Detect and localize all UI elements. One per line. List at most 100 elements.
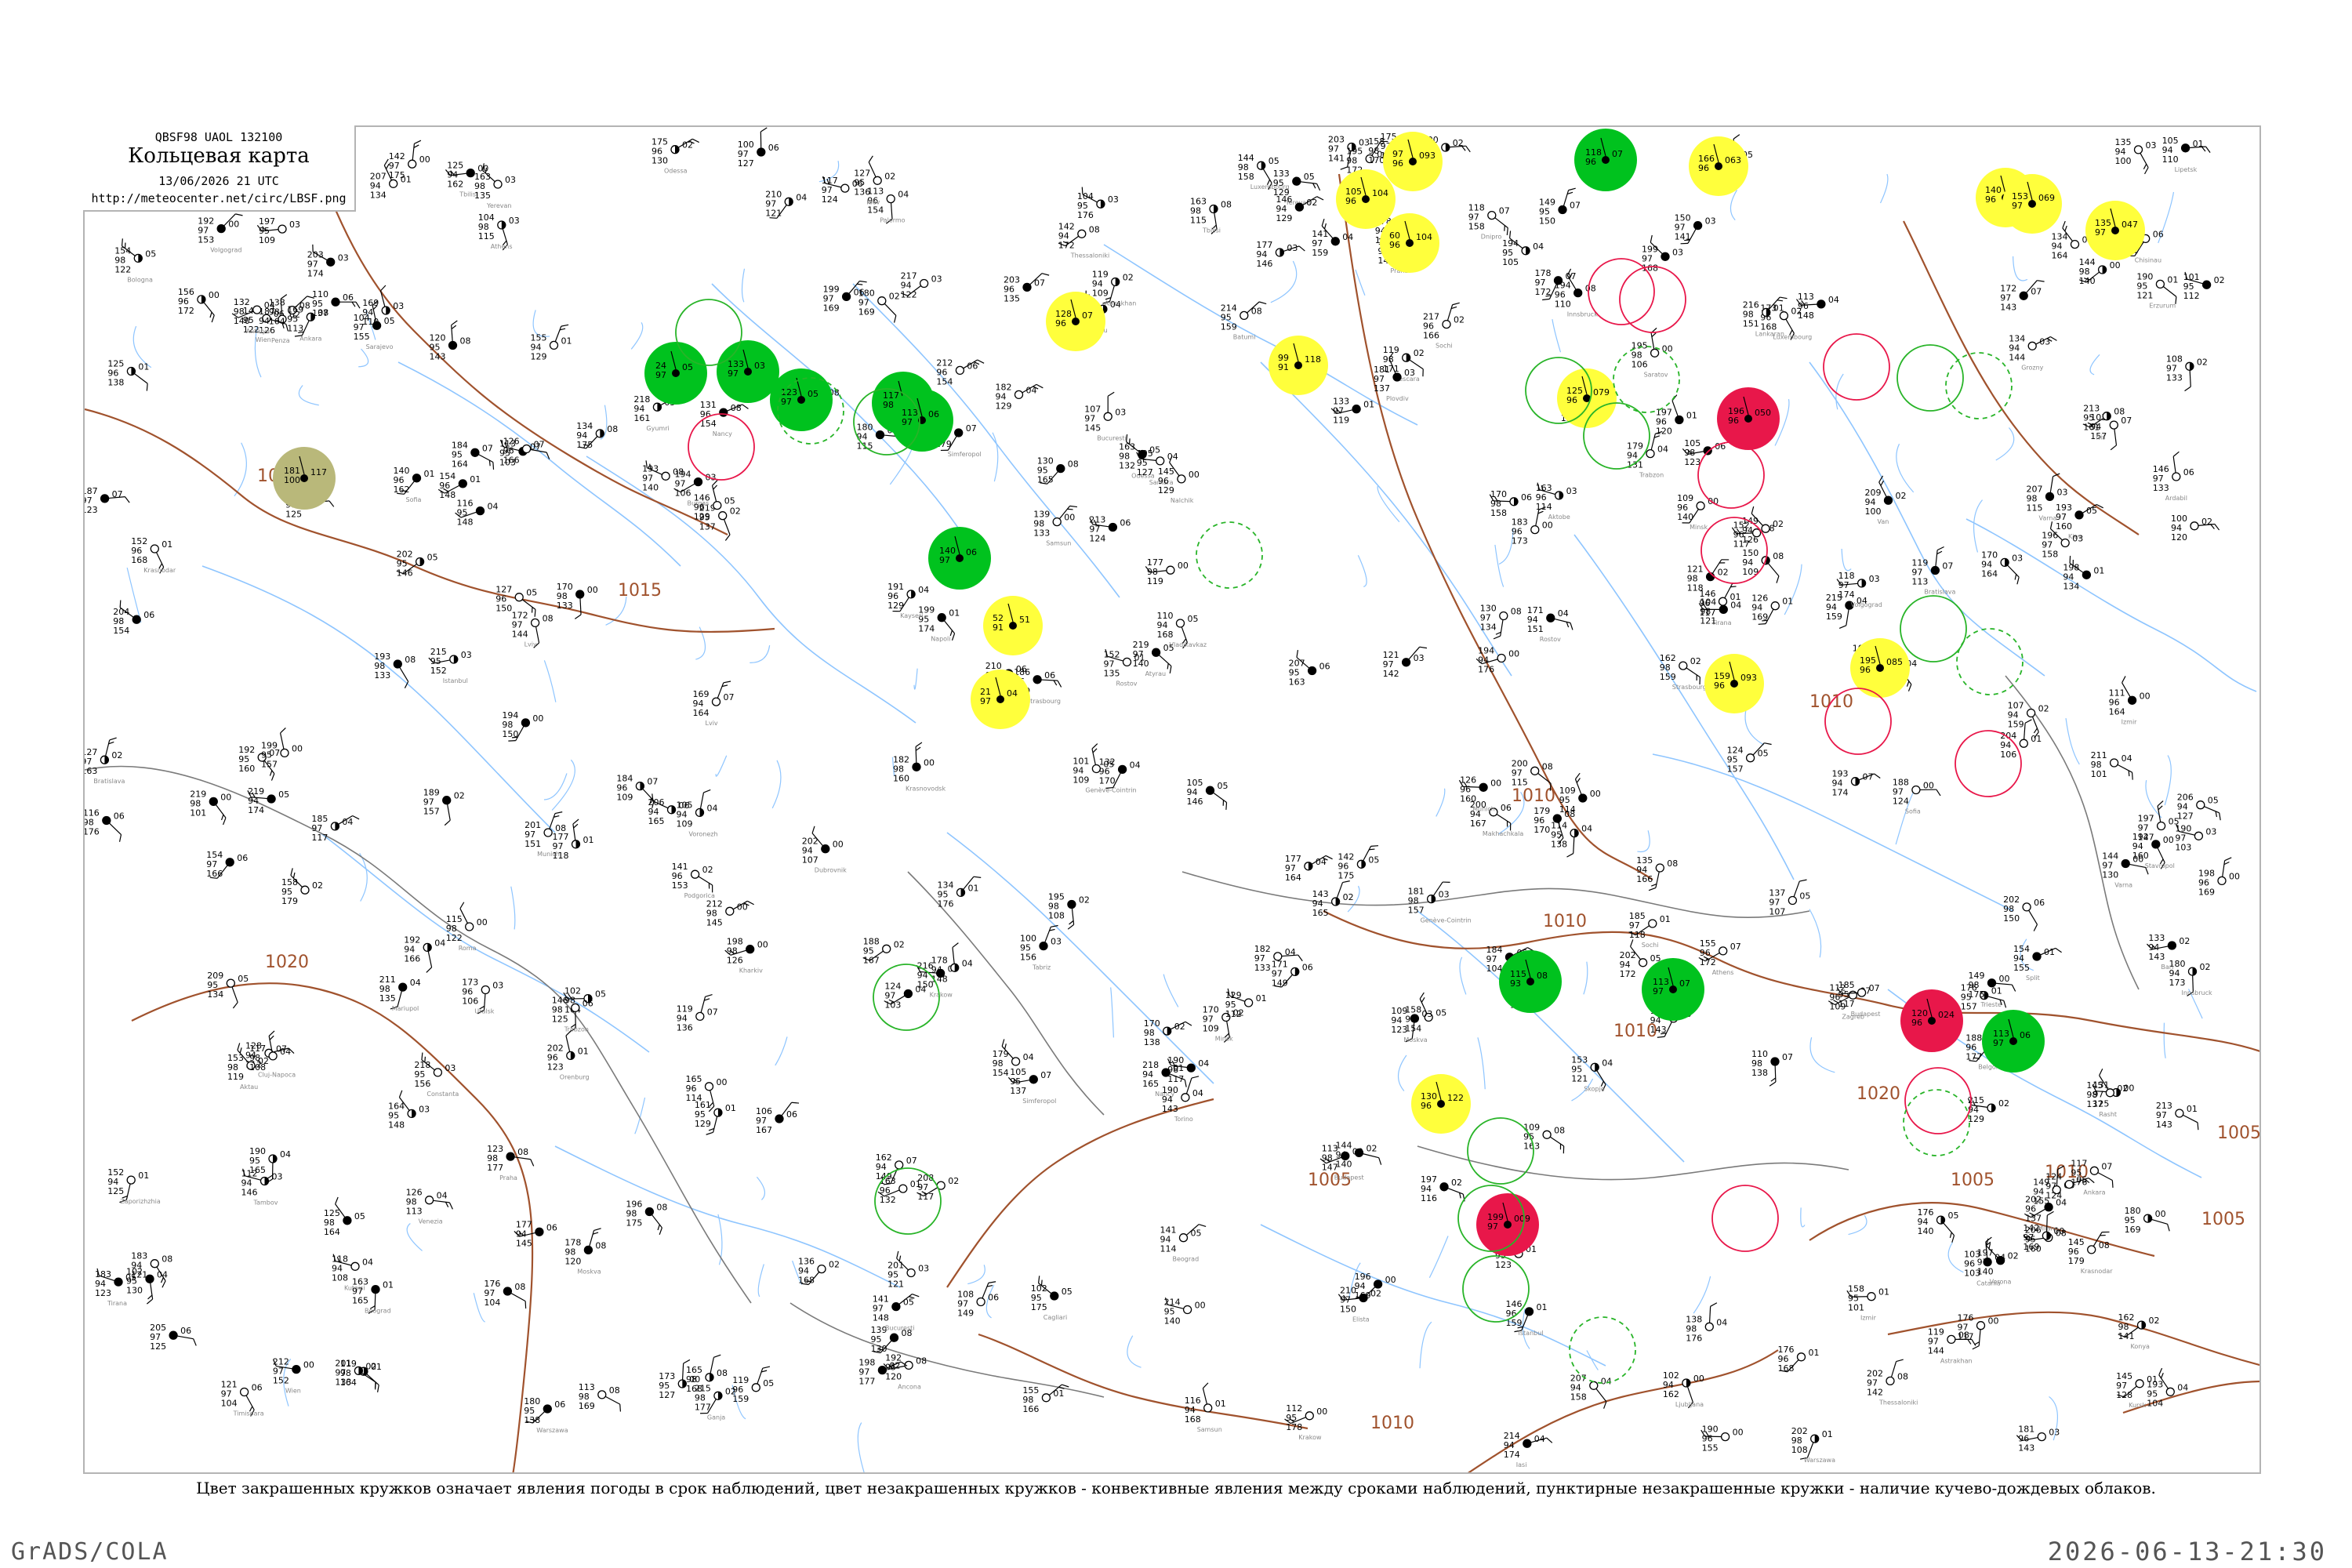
station-value: 103 <box>884 1000 901 1011</box>
station-name: Bologna <box>127 276 153 283</box>
wind-barb <box>451 320 458 342</box>
station-plot: 1589517902 <box>281 868 323 906</box>
station-value: 165 <box>1142 1079 1159 1089</box>
station-value: 120 <box>1656 426 1672 437</box>
station-value: 00 <box>737 902 748 912</box>
station-circle <box>1439 1182 1449 1192</box>
river-line <box>298 385 319 406</box>
station-plots-layer: 1739616802Luxembourg21995123011279615005… <box>85 127 2240 1468</box>
station-plot: 1499412602 <box>1742 506 1784 545</box>
wind-barb <box>2172 451 2180 474</box>
station-plot: 1559816601 <box>1022 1384 1069 1414</box>
station-value: 114 <box>1559 804 1576 815</box>
station-circle <box>877 1365 887 1375</box>
station-value: 01 <box>725 1103 736 1113</box>
station-value: 05 <box>354 1211 365 1221</box>
station-plot: 1989616900 <box>2198 857 2240 897</box>
station-circle <box>1703 446 1712 456</box>
station-circle <box>371 1284 380 1294</box>
river-line <box>1419 1321 1432 1369</box>
station-value: 116 <box>1421 1193 1437 1203</box>
station-circle <box>889 1333 899 1342</box>
station-plot: 1549614801 <box>437 471 481 500</box>
weather-filled-circle: 15397069 <box>2002 174 2062 234</box>
circle-value: 05 <box>808 389 818 399</box>
station-value: 140 <box>2079 276 2096 286</box>
circle-value: 06 <box>928 409 939 419</box>
station-circle <box>2135 1379 2144 1388</box>
station-circle <box>719 408 728 417</box>
station-circle <box>882 944 891 953</box>
station-circle <box>1205 786 1215 795</box>
station-circle <box>1175 619 1185 628</box>
station-circle <box>775 1114 784 1123</box>
station-value: 166 <box>503 456 520 466</box>
station-value: 07 <box>482 443 493 453</box>
station-name: Van <box>1878 518 1889 525</box>
station-value: 04 <box>1533 241 1544 252</box>
station-circle <box>2155 279 2165 289</box>
station-name: Wien <box>256 336 271 343</box>
station-value: 119 <box>227 1072 244 1082</box>
station-circle <box>875 430 885 440</box>
station-value: 165 <box>352 1296 368 1306</box>
station-plot: 1909615500 <box>1700 1425 1744 1454</box>
station-value: 108 <box>332 1272 348 1283</box>
station-value: 00 <box>1923 781 1934 791</box>
station-circle <box>470 448 480 457</box>
station-plot: 1009712706 <box>738 127 779 169</box>
station-value: 05 <box>238 974 249 984</box>
circle-value: 96 <box>1728 416 1739 426</box>
station-plot: 1529412501Zaporizhzhia <box>107 1167 161 1205</box>
station-circle <box>1479 782 1488 792</box>
station-value: 100 <box>2115 156 2132 166</box>
station-plot: 1809716902 <box>858 289 900 323</box>
station-value: 155 <box>354 332 370 342</box>
station-plot: 1469713306Ardabil <box>2153 451 2194 502</box>
station-value: 133 <box>2166 372 2183 383</box>
weather-filled-circle: 9991118 <box>1269 336 1328 395</box>
bulletin-code: QBSF98 UAOL 132100 <box>154 130 283 144</box>
station-value: 140 <box>642 482 659 492</box>
river-line <box>1784 564 1802 615</box>
station-circle <box>1103 412 1112 421</box>
station-plot: 1029416200Ljubljana <box>1663 1370 1704 1409</box>
station-value: 02 <box>1079 895 1090 906</box>
station-value: 113 <box>406 1207 423 1217</box>
station-value: 109 <box>1203 1024 1219 1034</box>
isobar-line <box>85 408 775 633</box>
station-plot: 1059414605 <box>1187 778 1229 810</box>
station-value: 02 <box>1343 892 1354 902</box>
station-value: 173 <box>1512 536 1528 546</box>
station-circle <box>458 479 467 488</box>
station-value: 03 <box>918 1264 929 1274</box>
station-value: 00 <box>228 220 239 230</box>
station-value: 165 <box>1312 908 1329 918</box>
station-circle <box>150 1259 159 1269</box>
station-plot: 2039717403 <box>307 244 349 278</box>
legend-caption: Цвет закрашенных кружков означает явлени… <box>196 1479 2156 1497</box>
station-value: 04 <box>434 938 445 948</box>
station-circle <box>239 1387 249 1397</box>
weather-ring-circle <box>1823 333 1890 401</box>
station-circle <box>343 1216 352 1225</box>
station-plot: 2019512103 <box>887 1250 929 1290</box>
circle-value: 97 <box>902 417 913 427</box>
station-name: Kayseri <box>900 612 923 619</box>
station-name: Varna <box>2114 882 2132 889</box>
station-value: 164 <box>693 708 710 718</box>
station-value: 154 <box>936 376 953 387</box>
wind-barb <box>366 1374 379 1392</box>
wind-barb <box>2140 152 2149 175</box>
station-value: 134 <box>370 190 387 200</box>
station-circle <box>713 500 722 510</box>
station-plot: 1569617200 <box>178 287 220 323</box>
station-value: 129 <box>1276 213 1292 223</box>
station-value: 133 <box>1254 963 1271 973</box>
coastline <box>1417 1145 1849 1181</box>
station-circle <box>1292 176 1301 186</box>
station-value: 01 <box>578 1046 589 1056</box>
station-plot: 2159515203Istanbul <box>428 647 472 684</box>
station-value: 08 <box>1511 607 1522 617</box>
station-name: Lviv <box>524 641 537 648</box>
